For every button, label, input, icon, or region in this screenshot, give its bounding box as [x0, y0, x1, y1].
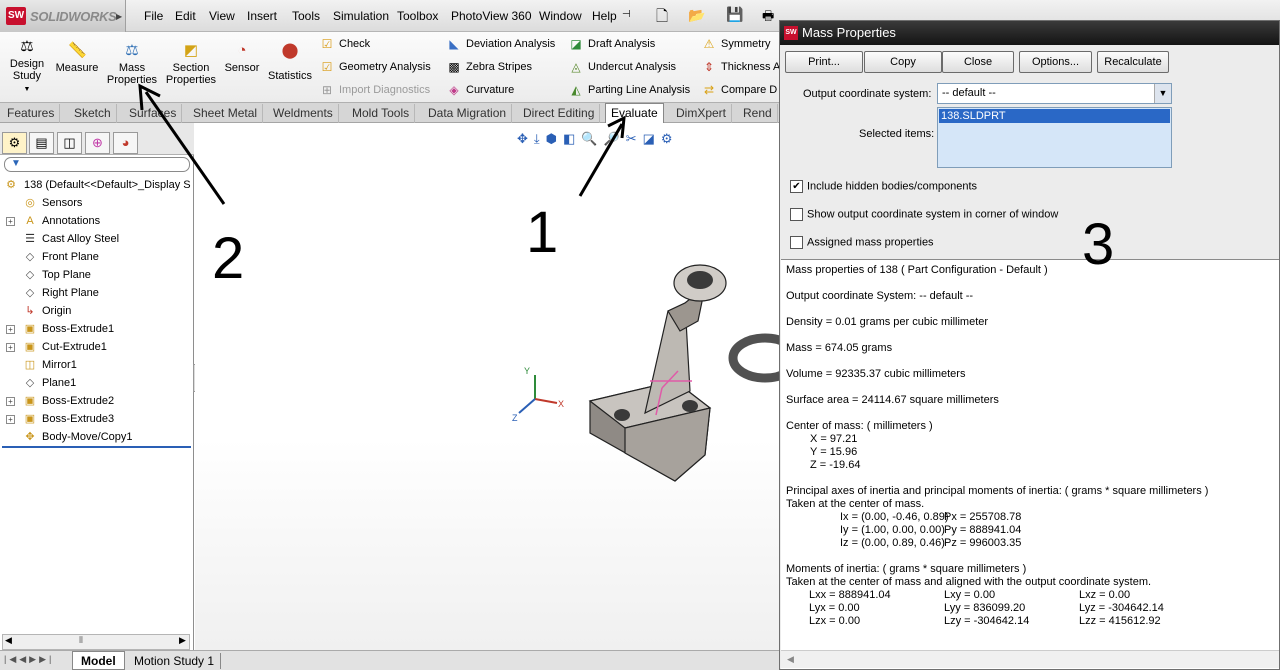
arrow-1	[578, 123, 624, 197]
options-button[interactable]: Options...	[1019, 51, 1092, 73]
close-button[interactable]: Close	[942, 51, 1014, 73]
results-moment-px: Px = 255708.78	[944, 511, 1022, 523]
arrow-2	[144, 91, 226, 205]
show-output-cs-label: Show output coordinate system in corner …	[807, 208, 1059, 221]
copy-button[interactable]: Copy	[864, 51, 942, 73]
solidworks-app-icon: SW	[784, 26, 798, 40]
output-cs-label: Output coordinate system:	[803, 88, 932, 100]
results-volume: Volume = 92335.37 cubic millimeters	[786, 368, 966, 380]
results-lyz: Lyz = -304642.14	[1079, 602, 1164, 614]
results-lzz: Lzz = 415612.92	[1079, 615, 1161, 627]
output-cs-select[interactable]: -- default -- ▼	[937, 83, 1172, 104]
selected-item[interactable]: 138.SLDPRT	[939, 109, 1170, 123]
results-lyx: Lyx = 0.00	[809, 602, 860, 614]
selected-items-list[interactable]: 138.SLDPRT	[937, 107, 1172, 168]
annotation-number-2: 2	[212, 226, 245, 291]
results-com-y: Y = 15.96	[810, 446, 858, 458]
results-moment-py: Py = 888941.04	[944, 524, 1022, 536]
results-mass: Mass = 674.05 grams	[786, 342, 893, 354]
results-moment-pz: Pz = 996003.35	[944, 537, 1022, 549]
chevron-down-icon[interactable]: ▼	[1154, 84, 1171, 103]
results-lzx: Lzx = 0.00	[809, 615, 861, 627]
results-moi-header: Moments of inertia: ( grams * square mil…	[786, 563, 1027, 575]
results-axis-iy: Iy = (1.00, 0.00, 0.00)	[840, 524, 945, 536]
results-lzy: Lzy = -304642.14	[944, 615, 1030, 627]
dialog-title-bar[interactable]: SW Mass Properties	[780, 21, 1279, 45]
assigned-mass-checkbox[interactable]: Assigned mass properties	[790, 236, 934, 249]
include-hidden-label: Include hidden bodies/components	[807, 180, 978, 193]
checkbox-unchecked-icon[interactable]	[790, 236, 803, 249]
results-surface-area: Surface area = 24114.67 square millimete…	[786, 394, 999, 406]
scroll-left-icon[interactable]: ◀	[787, 653, 794, 666]
annotation-number-1: 1	[526, 200, 559, 265]
selected-items-label: Selected items:	[859, 128, 935, 140]
checkbox-checked-icon[interactable]: ✔	[790, 180, 803, 193]
results-output-cs: Output coordinate System: -- default --	[786, 290, 974, 302]
results-axis-iz: Iz = (0.00, 0.89, 0.46)	[840, 537, 945, 549]
results-principal-header: Principal axes of inertia and principal …	[786, 485, 1209, 497]
results-horizontal-scrollbar[interactable]: ◀	[781, 650, 1279, 668]
checkbox-unchecked-icon[interactable]	[790, 208, 803, 221]
recalculate-button[interactable]: Recalculate	[1097, 51, 1169, 73]
mass-properties-dialog: SW Mass Properties Print... Copy Close O…	[779, 20, 1280, 670]
results-lxx: Lxx = 888941.04	[809, 589, 891, 601]
assigned-mass-label: Assigned mass properties	[807, 236, 934, 249]
dialog-title: Mass Properties	[802, 25, 896, 40]
results-lyy: Lyy = 836099.20	[944, 602, 1026, 614]
results-lxz: Lxz = 0.00	[1079, 589, 1131, 601]
mass-properties-results[interactable]: Mass properties of 138 ( Part Configurat…	[781, 259, 1279, 669]
results-principal-taken: Taken at the center of mass.	[786, 498, 925, 510]
show-output-cs-checkbox[interactable]: Show output coordinate system in corner …	[790, 208, 1058, 221]
results-com-z: Z = -19.64	[810, 459, 861, 471]
annotation-number-3: 3	[1082, 212, 1115, 277]
results-density: Density = 0.01 grams per cubic millimete…	[786, 316, 989, 328]
results-moi-taken: Taken at the center of mass and aligned …	[786, 576, 1152, 588]
results-com-x: X = 97.21	[810, 433, 858, 445]
print-button[interactable]: Print...	[785, 51, 863, 73]
output-cs-value: -- default --	[942, 87, 996, 99]
include-hidden-checkbox[interactable]: ✔ Include hidden bodies/components	[790, 180, 977, 193]
results-lxy: Lxy = 0.00	[944, 589, 996, 601]
results-com-header: Center of mass: ( millimeters )	[786, 420, 933, 432]
results-axis-ix: Ix = (0.00, -0.46, 0.89)	[840, 511, 949, 523]
results-header: Mass properties of 138 ( Part Configurat…	[786, 264, 1048, 276]
